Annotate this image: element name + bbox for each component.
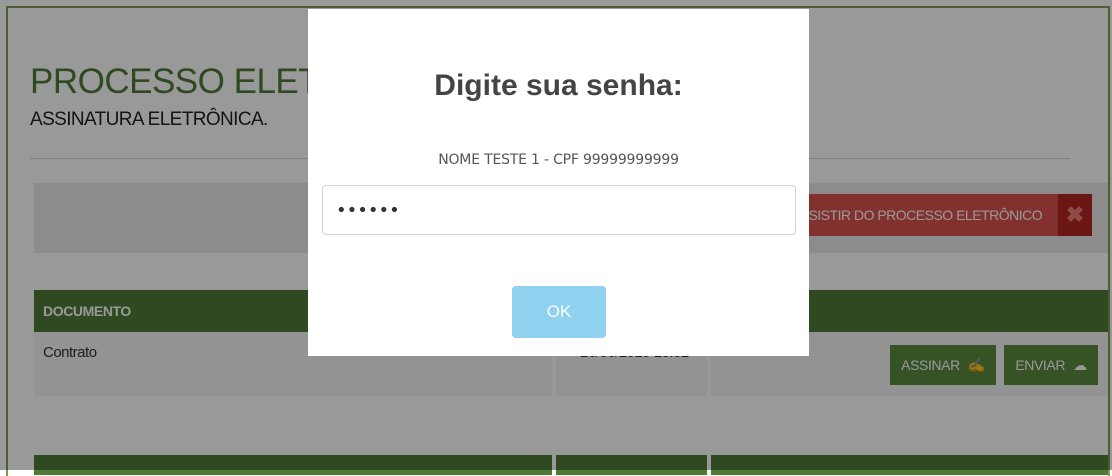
password-input[interactable] xyxy=(322,185,796,235)
password-modal: Digite sua senha: NOME TESTE 1 - CPF 999… xyxy=(308,9,809,356)
modal-title: Digite sua senha: xyxy=(434,69,683,102)
user-info: NOME TESTE 1 - CPF 99999999999 xyxy=(438,152,679,168)
ok-button[interactable]: OK xyxy=(512,286,606,338)
